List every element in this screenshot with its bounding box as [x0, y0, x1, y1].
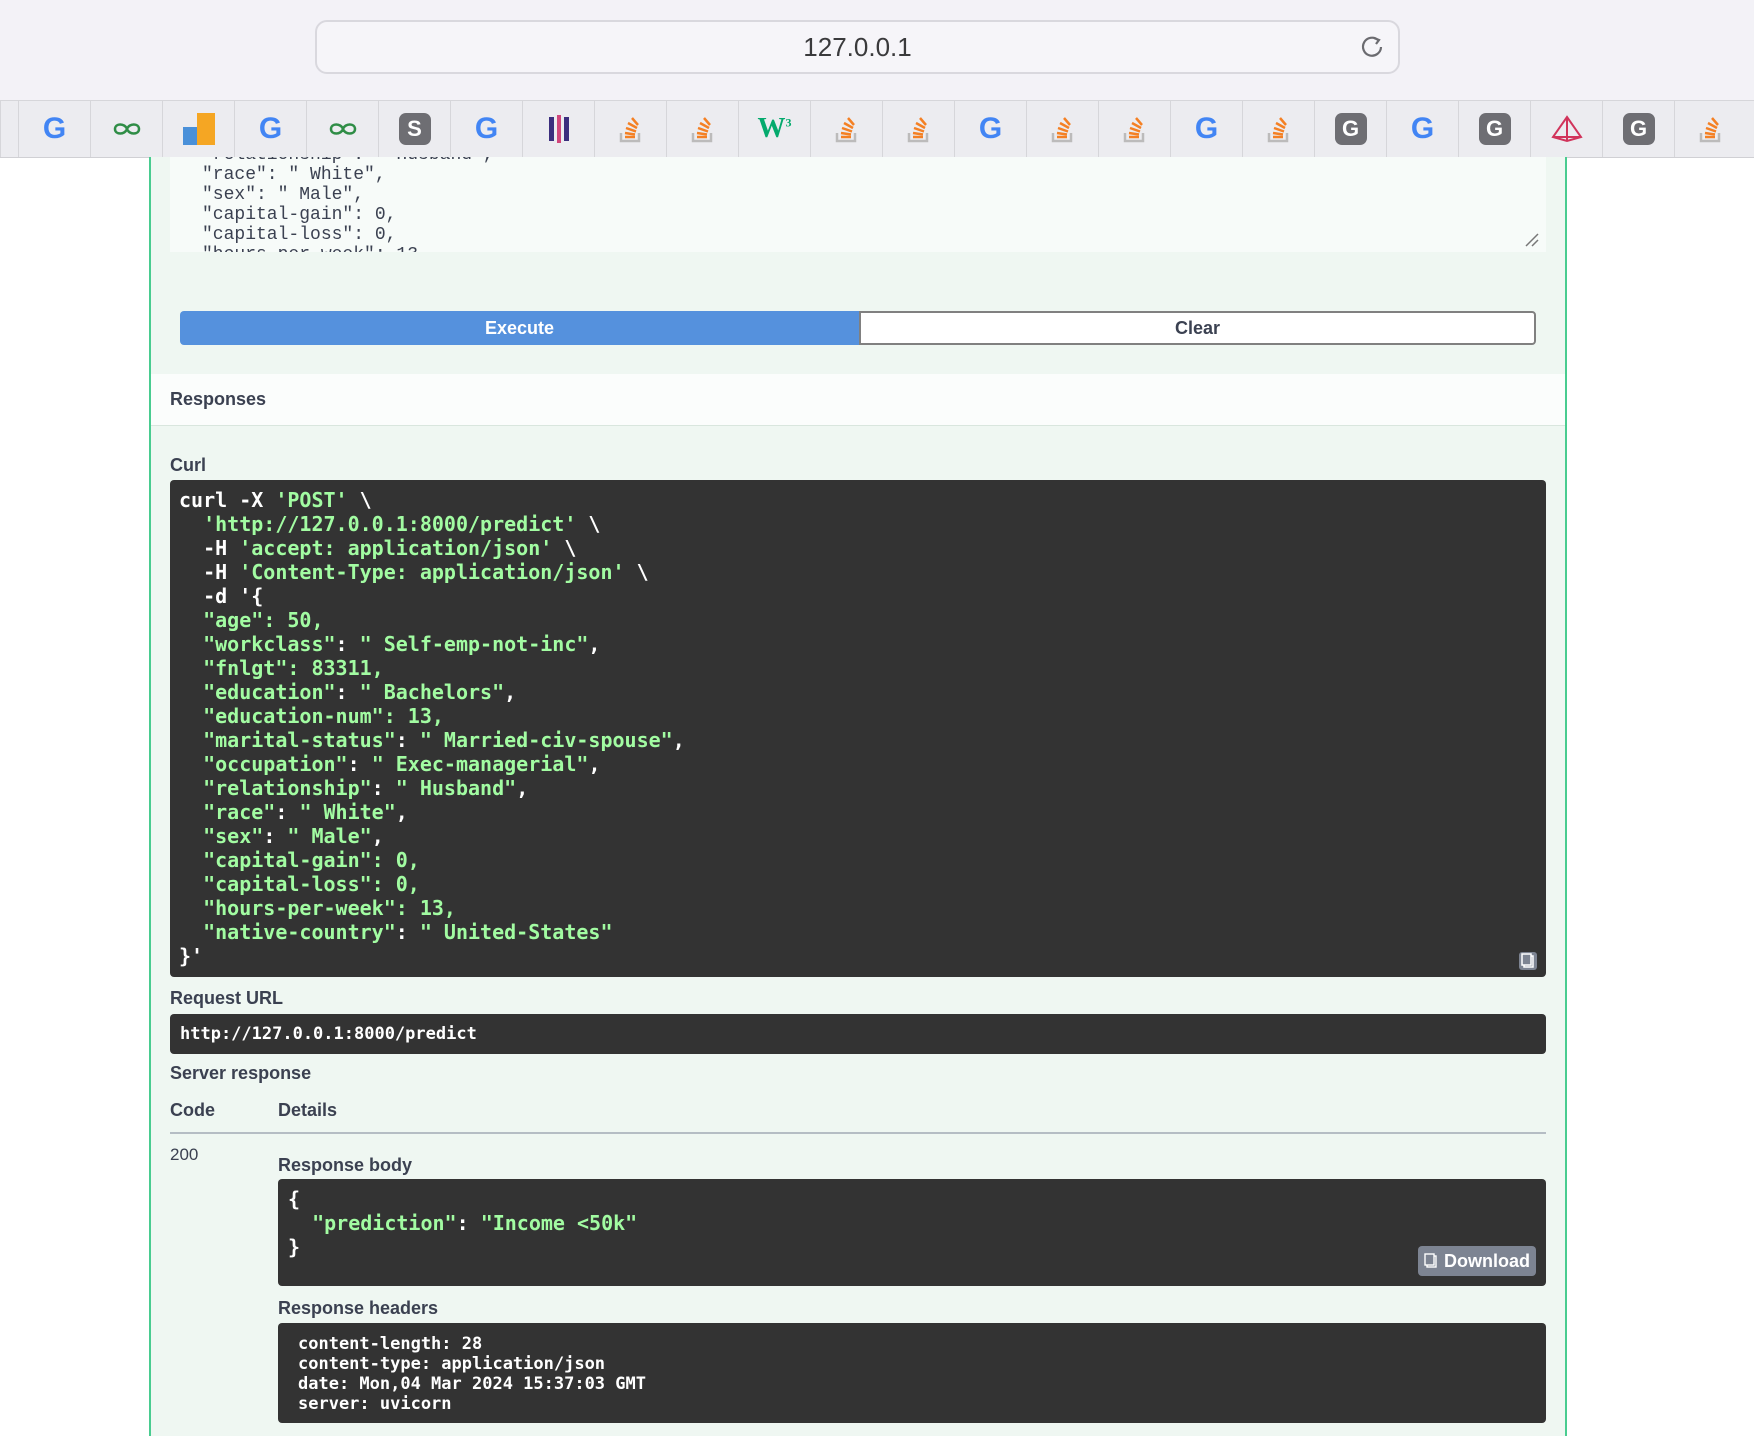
curl-line: "education-num": 13, — [203, 704, 444, 728]
bookmark-stackoverflow-icon[interactable] — [1026, 101, 1098, 157]
responses-title: Responses — [170, 389, 267, 409]
response-body-line: { — [288, 1187, 301, 1211]
response-header-line: content-length: 28 — [298, 1334, 483, 1354]
bookmark-pyramid-icon[interactable] — [1530, 101, 1602, 157]
request-body-line: "hours-per-week": 13, — [202, 245, 494, 252]
request-body-line: "sex": " Male", — [202, 185, 365, 205]
curl-label: Curl — [170, 455, 206, 475]
curl-line: -H 'Content-Type: application/json' \ — [179, 560, 649, 584]
response-body-block[interactable]: { "prediction": "Income <50k"} Download — [278, 1179, 1546, 1286]
bookmark-s-app-icon[interactable]: S — [378, 101, 450, 157]
response-header-line: server: uvicorn — [298, 1394, 452, 1414]
bookmark-stackoverflow-icon[interactable] — [594, 101, 666, 157]
download-button[interactable]: Download — [1418, 1246, 1536, 1276]
bookmark-google-icon[interactable]: G — [18, 101, 90, 157]
request-body-line: "capital-gain": 0, — [202, 205, 397, 225]
curl-line: "occupation": " Exec-managerial", — [203, 752, 601, 776]
bookmark-google-icon[interactable]: G — [954, 101, 1026, 157]
bookmark-stackoverflow-icon[interactable] — [810, 101, 882, 157]
request-url-block[interactable]: http://127.0.0.1:8000/predict — [170, 1014, 1546, 1054]
bookmark-app-icon[interactable] — [522, 101, 594, 157]
curl-line: 'http://127.0.0.1:8000/predict' \ — [203, 512, 601, 536]
curl-line: }' — [179, 944, 204, 968]
bookmark-gfg-icon[interactable] — [90, 101, 162, 157]
bookmark-analytics-icon[interactable] — [162, 101, 234, 157]
responses-header: Responses — [151, 374, 1565, 426]
request-url-label: Request URL — [170, 988, 284, 1008]
curl-line: "fnlgt": 83311, — [203, 656, 384, 680]
curl-line: curl -X 'POST' \ — [179, 488, 372, 512]
download-label: Download — [1444, 1250, 1530, 1271]
copy-to-clipboard-icon[interactable] — [1518, 951, 1538, 971]
response-header-line: content-type: application/json — [298, 1354, 606, 1374]
curl-line: "marital-status": " Married-civ-spouse", — [203, 728, 685, 752]
bookmark-stackoverflow-icon[interactable] — [1242, 101, 1314, 157]
request-body-line: "capital-loss": 0, — [202, 225, 397, 245]
bookmark-stackoverflow-icon[interactable] — [1098, 101, 1170, 157]
curl-line: -H 'accept: application/json' \ — [179, 536, 577, 560]
bookmark-google-icon[interactable]: G — [1386, 101, 1458, 157]
url-text: 127.0.0.1 — [803, 31, 912, 62]
curl-line: "workclass": " Self-emp-not-inc", — [203, 632, 601, 656]
curl-line: -d '{ — [179, 584, 264, 608]
bookmark-gfg-icon[interactable] — [306, 101, 378, 157]
bookmark-google-icon[interactable]: G — [1170, 101, 1242, 157]
curl-line: "native-country": " United-States" — [203, 920, 613, 944]
request-body-line: "race": " White", — [202, 165, 386, 185]
reload-icon[interactable] — [1358, 33, 1386, 61]
bookmark-stackoverflow-icon[interactable] — [666, 101, 738, 157]
curl-line: "capital-loss": 0, — [203, 872, 420, 896]
response-body-line: "prediction": "Income <50k" — [312, 1211, 638, 1235]
bookmark-w3schools-icon[interactable]: W3 — [738, 101, 810, 157]
table-divider — [170, 1132, 1546, 1134]
response-headers-label: Response headers — [278, 1298, 439, 1318]
curl-line: "education": " Bachelors", — [203, 680, 517, 704]
browser-toolbar: 127.0.0.1 — [0, 0, 1754, 101]
response-header-line: date: Mon,04 Mar 2024 15:37:03 GMT — [298, 1374, 646, 1394]
curl-line: "race": " White", — [203, 800, 408, 824]
curl-line: "capital-gain": 0, — [203, 848, 420, 872]
response-body-label: Response body — [278, 1155, 413, 1175]
curl-code-block[interactable]: curl -X 'POST' \ 'http://127.0.0.1:8000/… — [170, 480, 1546, 977]
request-body-textarea[interactable]: "relationship": " Husband","race": " Whi… — [170, 157, 1546, 252]
details-column-header: Details — [278, 1100, 338, 1120]
execute-clear-group: Execute Clear — [180, 311, 1536, 345]
address-bar[interactable]: 127.0.0.1 — [315, 20, 1400, 74]
status-code: 200 — [170, 1145, 199, 1164]
request-url-text: http://127.0.0.1:8000/predict — [180, 1024, 477, 1044]
curl-line: "age": 50, — [203, 608, 324, 632]
execute-button[interactable]: Execute — [180, 311, 859, 345]
bookmark-grammarly-icon[interactable]: G — [1314, 101, 1386, 157]
bookmark-stackoverflow-icon[interactable] — [1674, 101, 1746, 157]
server-response-label: Server response — [170, 1063, 312, 1083]
bookmark-grammarly-icon[interactable]: G — [1458, 101, 1530, 157]
request-body-line: "relationship": " Husband", — [202, 157, 494, 165]
bookmark-grammarly-icon[interactable]: G — [1602, 101, 1674, 157]
bookmark-stackoverflow-icon[interactable] — [882, 101, 954, 157]
response-body-line: } — [288, 1235, 301, 1259]
download-icon — [1424, 1253, 1437, 1268]
code-column-header: Code — [170, 1100, 215, 1120]
bookmark-google-icon[interactable]: G — [234, 101, 306, 157]
clear-button[interactable]: Clear — [859, 311, 1536, 345]
response-headers-block[interactable]: content-length: 28 content-type: applicat… — [278, 1323, 1546, 1423]
curl-line: "sex": " Male", — [203, 824, 384, 848]
bookmark-google-icon[interactable]: G — [450, 101, 522, 157]
bookmarks-spacer — [0, 101, 18, 157]
curl-line: "relationship": " Husband", — [203, 776, 529, 800]
bookmarks-bar: G G S G W3 G G G G G G — [0, 101, 1754, 158]
curl-line: "hours-per-week": 13, — [203, 896, 456, 920]
resize-handle-icon[interactable] — [1524, 232, 1540, 248]
